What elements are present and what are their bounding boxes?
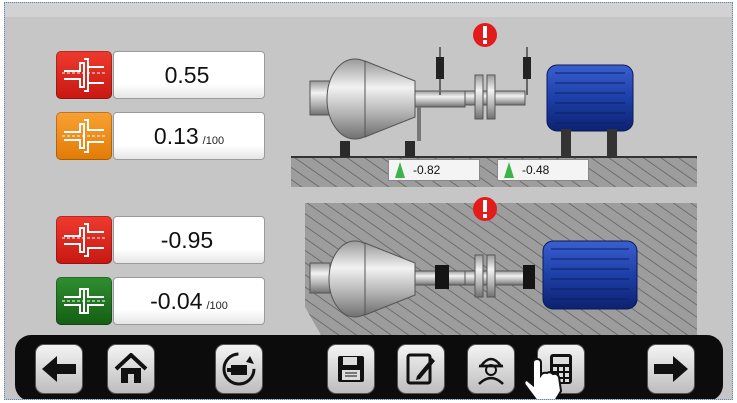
- arrow-left-icon: [42, 356, 76, 382]
- home-icon: [114, 353, 148, 383]
- bottom-motor: [542, 240, 638, 310]
- foot-reading-front: -0.82: [388, 159, 480, 181]
- top-offset-value: 0.55: [164, 61, 210, 88]
- coupling-offset-indicator-red: [56, 51, 112, 99]
- coupling-offset-icon: [62, 58, 106, 92]
- alignment-screen: 0.55 0.13 /100 -0.95 -0.04 /100 -0.82 -0…: [4, 2, 733, 400]
- pencil-note-icon: [406, 353, 435, 385]
- coupling-angle-indicator-orange: [56, 112, 112, 160]
- home-button[interactable]: [107, 344, 155, 394]
- bottom-angle-value: -0.04: [150, 287, 203, 314]
- top-offset-row: 0.55: [56, 51, 268, 101]
- save-button[interactable]: [327, 344, 375, 394]
- bottom-angle-value-box: -0.04 /100: [113, 277, 265, 325]
- coupling-offset-icon: [62, 223, 106, 257]
- coupling-offset-indicator-red: [56, 216, 112, 264]
- operator-button[interactable]: [467, 344, 515, 394]
- top-offset-value-box: 0.55: [113, 51, 265, 99]
- arrow-right-icon: [654, 356, 688, 382]
- top-angle-value-box: 0.13 /100: [113, 112, 265, 160]
- top-angle-row: 0.13 /100: [56, 112, 268, 162]
- edit-button[interactable]: [397, 344, 445, 394]
- rotate-view-button[interactable]: [215, 344, 263, 394]
- rotate-machine-icon: [222, 352, 256, 386]
- top-strip: [5, 3, 732, 17]
- bottom-toolbar: [15, 335, 723, 399]
- bottom-offset-value: -0.95: [160, 226, 214, 253]
- touch-hand-icon: [523, 357, 563, 399]
- foot-reading-rear: -0.48: [497, 159, 589, 181]
- foot-reading-front-value: -0.82: [413, 163, 441, 177]
- bottom-angle-row: -0.04 /100: [56, 277, 268, 327]
- coupling-angle-indicator-green: [56, 277, 112, 325]
- bottom-offset-value-box: -0.95: [113, 216, 265, 264]
- coupling-angle-icon: [62, 288, 106, 314]
- level-indicator-icon: [504, 162, 514, 178]
- top-foundation: [291, 157, 697, 187]
- level-indicator-icon: [395, 162, 405, 178]
- exclamation-alert-icon: [473, 23, 497, 47]
- bottom-angle-unit: /100: [206, 299, 228, 312]
- next-button[interactable]: [647, 344, 695, 394]
- top-coupling: [436, 47, 531, 120]
- back-button[interactable]: [35, 344, 83, 394]
- top-angle-unit: /100: [202, 134, 225, 147]
- top-motor: [546, 64, 634, 157]
- foot-reading-rear-value: -0.48: [522, 163, 550, 177]
- worker-helmet-icon: [478, 357, 504, 385]
- floppy-disk-icon: [338, 356, 364, 382]
- coupling-angle-icon: [62, 119, 106, 153]
- top-angle-value: 0.13: [153, 122, 199, 149]
- exclamation-alert-icon: [473, 197, 497, 221]
- bottom-offset-row: -0.95: [56, 216, 268, 266]
